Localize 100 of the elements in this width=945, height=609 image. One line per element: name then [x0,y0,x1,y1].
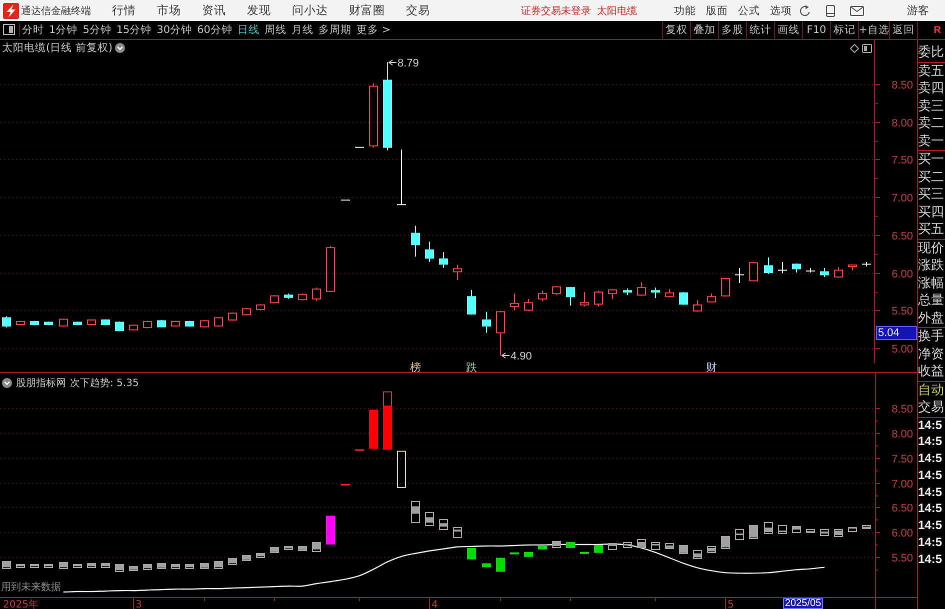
menu-item[interactable]: 发现 [247,3,271,18]
trade-time: 14:5 [918,434,944,450]
user-name[interactable]: 游客 [907,3,929,18]
app-title: 通达信金融终端 [21,4,91,18]
time-axis-label: 5 [728,600,734,609]
indicator-source: 股朋指标网 [16,376,66,390]
doji-candle [734,267,744,284]
refresh-icon[interactable] [799,4,811,16]
panel-icon[interactable] [862,44,872,53]
period-tab[interactable]: 15分钟 [116,23,152,37]
mail-icon[interactable] [850,6,864,16]
period-tab[interactable]: 日线 [238,23,260,37]
toolbar-button[interactable]: 返回 [889,21,917,39]
period-tab[interactable]: 多周期 [318,23,352,37]
dip-bar [538,546,547,550]
menu-item[interactable]: 财富圈 [349,3,385,18]
flat-dash-bar [355,449,364,451]
price-scale-label: 6.00 [892,268,913,280]
cursor-price-label: 5.04 [876,326,917,340]
chart-title: 太阳电缆(日线 前复权) [2,41,113,55]
logo-icon [3,2,19,18]
period-tab[interactable]: 5分钟 [82,23,112,37]
phone-icon[interactable] [826,4,835,16]
menu-item[interactable]: 市场 [157,3,181,18]
corner-label[interactable]: R [917,21,945,39]
leader-arrow [501,352,510,358]
quote-field-label: 换手 [918,328,945,346]
trade-time: 14:5 [918,484,944,501]
quote-field-label: 外盘 [918,310,945,327]
menu-item[interactable]: 行情 [112,3,136,18]
menu-item[interactable]: 版面 [706,4,728,18]
diamond-icon[interactable] [850,44,859,53]
doji-candle [778,261,788,274]
price-scale-label: 7.50 [892,154,913,166]
period-tab[interactable]: 30分钟 [156,23,192,37]
trade-time: 14:5 [918,501,944,518]
period-tab[interactable]: 月线 [292,23,314,37]
period-tab[interactable]: 更多 > [356,23,391,37]
toolbar-button[interactable]: 画线 [774,21,802,39]
doji-candle [396,149,406,206]
panel-icon[interactable] [3,24,15,35]
trade-time: 14:5 [918,468,944,484]
menu-item[interactable]: 选项 [770,4,792,18]
toolbar-button[interactable]: 叠加 [690,21,718,39]
y-axis-label: 7.00 [892,478,913,490]
quote-field-label: 委比 [918,44,945,62]
quote-field-label: 卖五 [918,62,945,80]
price-scale-label: 8.50 [892,80,913,92]
surge-bar [369,410,378,449]
period-tab[interactable]: 周线 [264,23,286,37]
time-axis-label: 3 [136,600,142,609]
period-tab[interactable]: 1分钟 [49,23,78,37]
price-scale-label: 5.00 [892,344,913,356]
y-axis-label: 8.00 [892,428,913,440]
event-marker[interactable]: 跌 [466,361,477,372]
leader-arrow [388,60,397,66]
chevron-down-icon[interactable] [2,378,12,388]
cursor-date-label: 2025/05 [783,598,824,609]
trade-time: 14:5 [918,535,944,552]
trade-time: 14:5 [918,518,944,534]
stock-name: 太阳电缆 [597,4,637,18]
signal-bar [326,516,335,544]
quote-field-label: 买五 [918,221,945,238]
price-scale-label: 6.50 [892,230,913,242]
time-axis-label: 2025年 [3,600,38,609]
toolbar-button[interactable]: +自选 [858,21,889,39]
dip-bar [580,552,589,554]
period-tab[interactable]: 分时 [22,23,44,37]
toolbar-button[interactable]: F10 [802,21,830,39]
menu-item[interactable]: 交易 [406,3,430,18]
trade-time: 14:5 [918,451,944,468]
menu-item[interactable]: 公式 [738,4,760,18]
dip-bar [510,552,519,554]
quote-field-label: 卖一 [918,132,945,150]
quote-field-label: 买三 [918,186,945,204]
price-scale-label: 7.00 [892,192,913,204]
y-axis-label: 6.00 [892,528,913,540]
toolbar-button[interactable]: 多股 [718,21,746,39]
menu-item[interactable]: 资讯 [202,3,226,18]
trade-mode-label[interactable]: 自动 [918,382,945,399]
chevron-down-icon[interactable] [114,43,125,53]
y-axis-label: 8.50 [892,404,913,416]
trade-label: 交易 [918,399,945,416]
period-tab[interactable]: 60分钟 [197,23,232,37]
y-axis-label: 6.50 [892,502,913,514]
menu-item[interactable]: 功能 [674,4,696,18]
dip-bar [496,558,505,572]
quote-field-label: 涨幅 [918,274,945,292]
toolbar-button[interactable]: 标记 [830,21,858,39]
dip-bar [482,563,491,568]
quote-field-label: 收益 [918,363,945,380]
quote-field-label: 买二 [918,168,945,186]
dip-bar [524,552,533,557]
toolbar-button[interactable]: 复权 [662,21,690,39]
quote-field-label: 买一 [918,151,945,168]
flat-dash-bar [341,484,350,486]
toolbar-button[interactable]: 统计 [746,21,774,39]
menu-item[interactable]: 问小达 [292,3,328,18]
login-status[interactable]: 证券交易未登录 [521,4,591,18]
surge-bar [383,391,392,450]
